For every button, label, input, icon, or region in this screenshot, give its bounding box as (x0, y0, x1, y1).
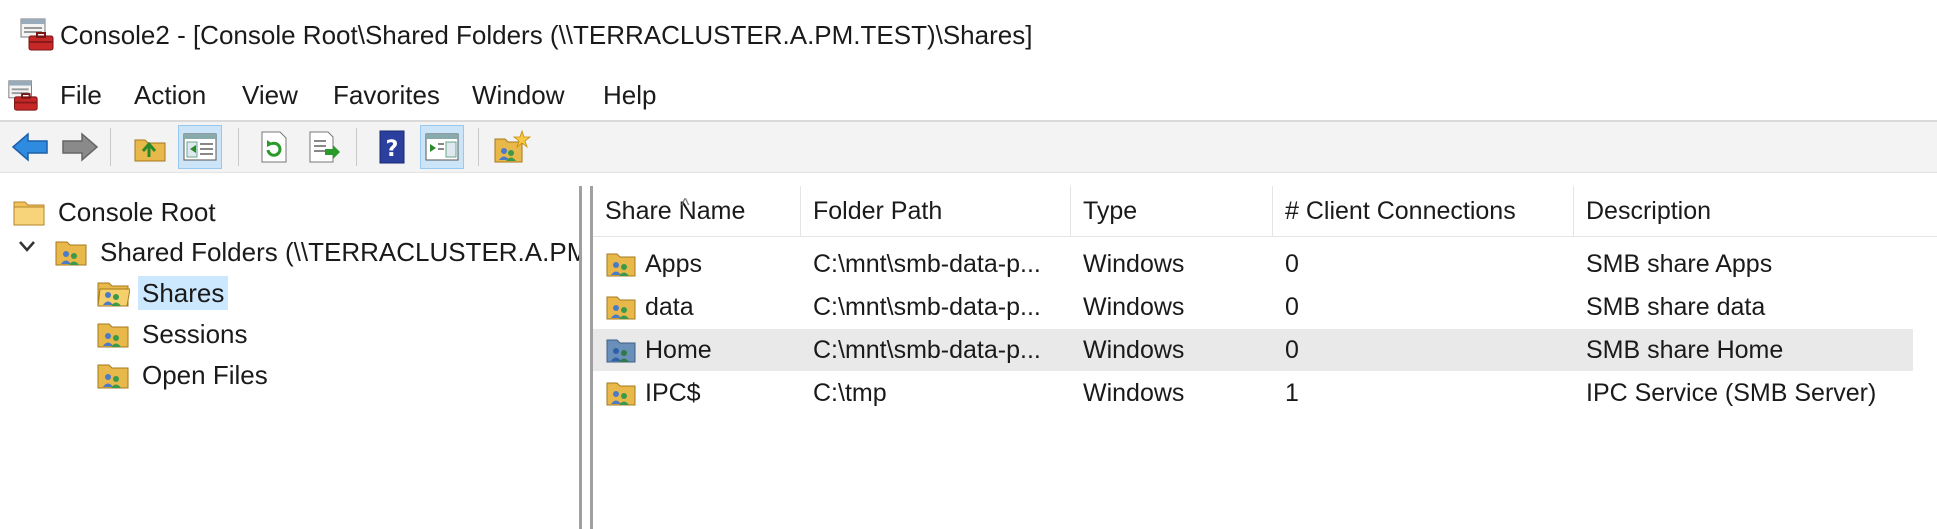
table-row[interactable]: IPC$ C:\tmp Windows 1 IPC Service (SMB S… (593, 372, 1913, 414)
folder-icon (13, 201, 45, 226)
console-tree-pane[interactable]: Console Root Shared Folders (\\TERRACLUS… (0, 186, 582, 529)
system-menu-icon[interactable] (6, 78, 40, 112)
help-icon: ? (379, 130, 405, 164)
cell-type: Windows (1083, 250, 1185, 278)
cell-share-name: Apps (645, 250, 702, 278)
toolbar-separator (478, 128, 479, 166)
cell-client-connections: 0 (1285, 293, 1299, 321)
window-title: Console2 - [Console Root\Shared Folders … (60, 20, 1033, 50)
column-header-folder-path[interactable]: Folder Path (801, 186, 1071, 236)
shares-list-pane[interactable]: ^ Share Name Folder Path Type # Client C… (590, 186, 1937, 529)
show-hide-tree-button[interactable] (178, 125, 222, 169)
console-tree-icon (183, 133, 217, 161)
tree-item-sessions[interactable]: Sessions (96, 316, 252, 352)
tree-item-console-root[interactable]: Console Root (12, 194, 220, 230)
back-arrow-icon (11, 132, 48, 162)
forward-arrow-icon (62, 132, 99, 162)
chevron-down-icon[interactable] (16, 235, 38, 257)
cell-client-connections: 0 (1285, 336, 1299, 364)
menu-favorites[interactable]: Favorites (327, 78, 446, 112)
tree-item-shares[interactable]: Shares (96, 275, 229, 311)
share-icon-home (606, 339, 636, 363)
tree-item-shared-folders[interactable]: Shared Folders (\\TERRACLUSTER.A.PM.TEST… (54, 234, 579, 270)
back-button[interactable] (8, 125, 52, 169)
cell-client-connections: 0 (1285, 250, 1299, 278)
show-hide-action-pane-button[interactable] (420, 125, 464, 169)
cell-share-name: IPC$ (645, 379, 701, 407)
table-row[interactable]: Home C:\mnt\smb-data-p... Windows 0 SMB … (593, 329, 1913, 371)
cell-share-name: data (645, 293, 694, 321)
shares-folder-icon (97, 282, 130, 307)
new-share-icon (494, 129, 531, 163)
open-files-icon (97, 364, 129, 389)
export-icon (309, 131, 340, 163)
list-header: ^ Share Name Folder Path Type # Client C… (593, 186, 1937, 237)
up-one-level-button[interactable] (128, 125, 172, 169)
tree-item-label: Open Files (142, 360, 268, 390)
refresh-button[interactable] (252, 125, 296, 169)
share-icon (606, 296, 636, 320)
help-button[interactable]: ? (370, 125, 414, 169)
sort-ascending-indicator: ^ (681, 195, 690, 215)
sessions-icon (97, 323, 129, 348)
column-header-share-name[interactable]: ^ Share Name (593, 186, 801, 236)
cell-folder-path: C:\mnt\smb-data-p... (813, 336, 1041, 364)
toolbar-separator (110, 128, 111, 166)
title-bar: Console2 - [Console Root\Shared Folders … (0, 0, 1937, 70)
column-header-label: Share Name (605, 197, 746, 225)
cell-type: Windows (1083, 379, 1185, 407)
cell-share-name: Home (645, 336, 712, 364)
cell-folder-path: C:\tmp (813, 379, 887, 407)
column-header-label: Folder Path (813, 197, 943, 225)
tree-item-label: Shared Folders (\\TERRACLUSTER.A.PM.TEST… (100, 237, 579, 267)
cell-folder-path: C:\mnt\smb-data-p... (813, 250, 1041, 278)
tree-item-label: Console Root (58, 197, 216, 227)
export-list-button[interactable] (302, 125, 346, 169)
svg-text:?: ? (386, 137, 399, 162)
table-row[interactable]: data C:\mnt\smb-data-p... Windows 0 SMB … (593, 286, 1913, 328)
menu-window[interactable]: Window (466, 78, 570, 112)
table-row[interactable]: Apps C:\mnt\smb-data-p... Windows 0 SMB … (593, 243, 1913, 285)
toolbar-separator (356, 128, 357, 166)
menu-action[interactable]: Action (128, 78, 212, 112)
menu-view[interactable]: View (236, 78, 304, 112)
cell-description: SMB share data (1586, 293, 1766, 321)
cell-type: Windows (1083, 293, 1185, 321)
column-header-client-connections[interactable]: # Client Connections (1273, 186, 1574, 236)
column-header-label: Type (1083, 197, 1138, 225)
menu-bar: File Action View Favorites Window Help (0, 74, 1937, 122)
share-icon (606, 382, 636, 406)
up-folder-icon (134, 139, 166, 162)
column-header-description[interactable]: Description (1574, 186, 1937, 236)
cell-description: SMB share Home (1586, 336, 1784, 364)
column-header-label: Description (1586, 197, 1712, 225)
refresh-icon (261, 131, 287, 163)
menu-help[interactable]: Help (597, 78, 662, 112)
share-icon (606, 253, 636, 277)
cell-description: IPC Service (SMB Server) (1586, 379, 1877, 407)
toolbar-separator (238, 128, 239, 166)
menu-file[interactable]: File (54, 78, 108, 112)
action-pane-icon (425, 133, 459, 161)
cell-client-connections: 1 (1285, 379, 1299, 407)
column-header-label: # Client Connections (1285, 197, 1516, 225)
shared-folder-icon (55, 241, 87, 266)
cell-folder-path: C:\mnt\smb-data-p... (813, 293, 1041, 321)
tree-item-label: Sessions (142, 319, 248, 349)
forward-button[interactable] (58, 125, 102, 169)
cell-type: Windows (1083, 336, 1185, 364)
tree-item-open-files[interactable]: Open Files (96, 357, 272, 393)
new-share-button[interactable] (490, 125, 534, 169)
tree-item-label: Shares (138, 276, 229, 310)
toolbar: ? (0, 122, 1937, 173)
column-header-type[interactable]: Type (1071, 186, 1273, 236)
mmc-toolbox-icon (20, 18, 54, 51)
cell-description: SMB share Apps (1586, 250, 1773, 278)
